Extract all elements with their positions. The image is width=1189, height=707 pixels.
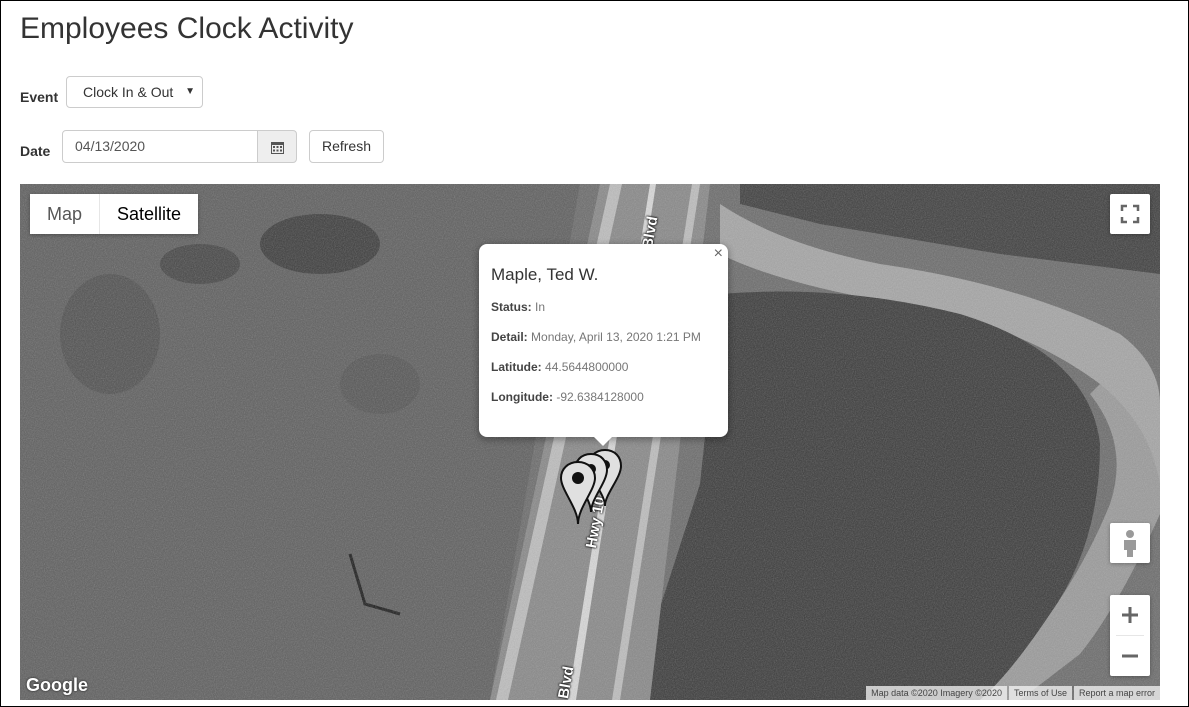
map-attribution: Map data ©2020 Imagery ©2020 Terms of Us… — [864, 686, 1160, 700]
status-value: In — [535, 300, 546, 314]
plus-icon — [1122, 607, 1138, 623]
status-row: Status: In — [491, 300, 716, 314]
map-markers — [559, 448, 623, 525]
map-canvas[interactable]: Blvd Hwy 10 Blvd Map Satellite Google Ma… — [20, 184, 1160, 700]
latitude-label: Latitude: — [491, 360, 542, 374]
date-input[interactable]: 04/13/2020 — [62, 130, 258, 163]
close-icon[interactable]: × — [714, 246, 723, 262]
minus-icon — [1122, 654, 1138, 658]
map-type-map-button[interactable]: Map — [30, 194, 101, 234]
info-window: × Maple, Ted W. Status: In Detail: Monda… — [479, 244, 728, 446]
latitude-value: 44.5644800000 — [545, 360, 629, 374]
event-label: Event — [20, 89, 59, 105]
info-window-tail — [593, 436, 613, 446]
zoom-control — [1110, 595, 1150, 676]
terms-of-use-link[interactable]: Terms of Use — [1008, 686, 1072, 700]
calendar-button[interactable] — [257, 130, 297, 163]
event-select[interactable]: Clock In & Out ▼ — [66, 76, 203, 108]
map-pin-icon[interactable] — [559, 460, 597, 525]
caret-down-icon: ▼ — [185, 86, 195, 97]
calendar-icon — [271, 142, 284, 154]
longitude-value: -92.6384128000 — [556, 390, 644, 404]
page-frame: Employees Clock Activity Event Clock In … — [0, 0, 1189, 707]
detail-value: Monday, April 13, 2020 1:21 PM — [531, 330, 701, 344]
longitude-row: Longitude: -92.6384128000 — [491, 390, 716, 404]
map-type-control: Map Satellite — [30, 194, 199, 234]
fullscreen-button[interactable] — [1110, 194, 1150, 234]
map-data-credit: Map data ©2020 Imagery ©2020 — [866, 686, 1007, 700]
google-logo: Google — [26, 675, 88, 695]
event-select-value: Clock In & Out — [83, 84, 174, 100]
status-label: Status: — [491, 300, 532, 314]
zoom-in-button[interactable] — [1110, 595, 1150, 635]
report-map-error-link[interactable]: Report a map error — [1073, 686, 1160, 700]
detail-row: Detail: Monday, April 13, 2020 1:21 PM — [491, 330, 716, 344]
employee-name: Maple, Ted W. — [491, 265, 599, 284]
refresh-button[interactable]: Refresh — [309, 130, 384, 163]
detail-label: Detail: — [491, 330, 528, 344]
map-type-satellite-button[interactable]: Satellite — [100, 194, 199, 234]
zoom-out-button[interactable] — [1110, 636, 1150, 676]
street-view-button[interactable] — [1110, 523, 1150, 563]
page-title: Employees Clock Activity — [20, 12, 354, 45]
date-label: Date — [20, 143, 51, 159]
latitude-row: Latitude: 44.5644800000 — [491, 360, 716, 374]
pegman-icon — [1124, 530, 1136, 557]
longitude-label: Longitude: — [491, 390, 553, 404]
fullscreen-icon — [1120, 204, 1140, 224]
